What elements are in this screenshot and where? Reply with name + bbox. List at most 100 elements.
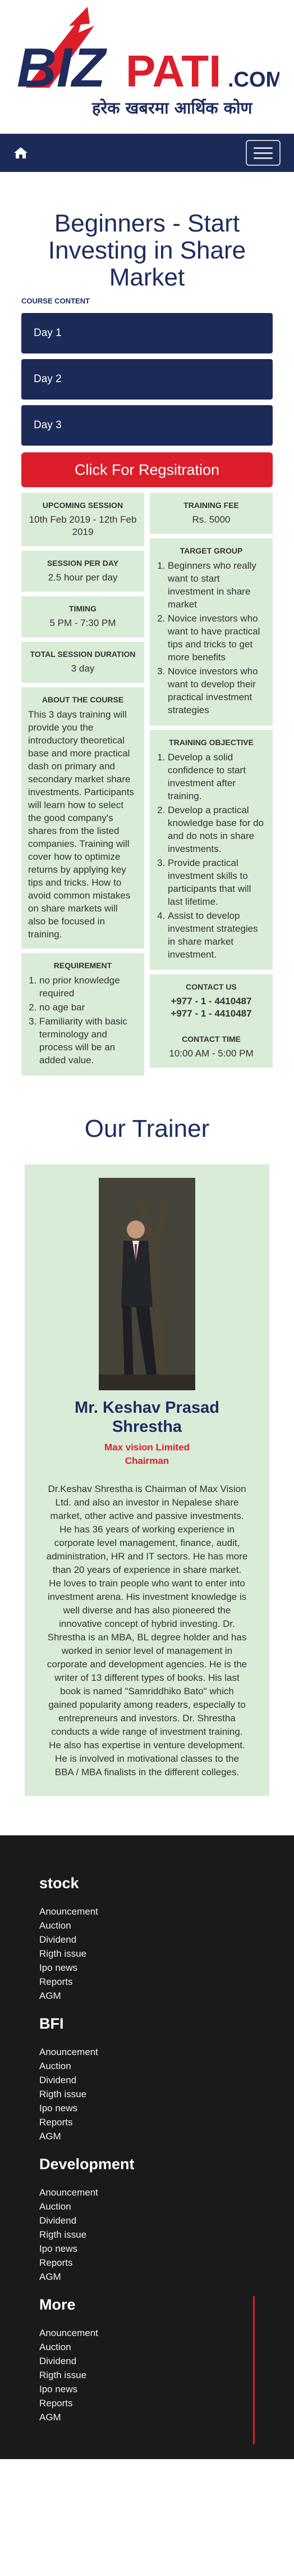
footer-group-more: More Anouncement Auction Dividend Rigth … [39,2296,294,2445]
training-objective-item: Develop a solid confidence to start inve… [168,751,266,802]
home-icon[interactable] [13,146,28,160]
footer-link-list: Anouncement Auction Dividend Rigth issue… [39,2185,294,2284]
info-left-column: UPCOMING SESSION 10th Feb 2019 - 12th Fe… [21,493,144,1076]
footer-link-list: Anouncement Auction Dividend Rigth issue… [39,2045,294,2143]
trainer-company: Max vision Limited [104,1442,190,1453]
footer-link[interactable]: Anouncement [39,1904,294,1919]
footer-link[interactable]: Rigth issue [39,2228,294,2242]
footer-group-title: Development [39,2156,135,2173]
target-group-list: Beginners who really want to start inves… [157,559,266,716]
registration-button[interactable]: Click For Regsitration [21,452,273,487]
course-title: Beginners - Start Investing in Share Mar… [48,210,246,291]
session-per-day-value: 2.5 hour per day [48,572,118,583]
main-navbar [0,134,294,172]
footer-link[interactable]: AGM [39,2410,294,2424]
footer-link[interactable]: AGM [39,2270,294,2284]
hamburger-menu-button[interactable] [246,140,281,166]
session-per-day-card: SESSION PER DAY 2.5 hour per day [21,551,144,592]
day-2-button[interactable]: Day 2 [21,359,273,400]
day-1-button[interactable]: Day 1 [21,313,273,353]
footer-link[interactable]: Anouncement [39,2185,294,2199]
target-group-item: Novice investors who want to develop the… [168,665,266,716]
trainer-bio: Dr.Keshav Shrestha is Chairman of Max Vi… [46,1484,248,1777]
site-footer: stock Anouncement Auction Dividend Rigth… [0,1835,294,2459]
hamburger-icon-bar [254,147,273,149]
footer-link[interactable]: Anouncement [39,2326,294,2340]
total-duration-label: TOTAL SESSION DURATION [30,650,136,659]
contact-card: CONTACT US +977 - 1 - 4410487 +977 - 1 -… [150,974,273,1068]
about-course-label: ABOUT THE COURSE [42,695,124,704]
footer-link[interactable]: Ipo news [39,2242,294,2256]
footer-link[interactable]: Auction [39,2340,294,2354]
target-group-label: TARGET GROUP [180,546,243,555]
training-fee-label: TRAINING FEE [183,501,239,510]
training-objective-card: TRAINING OBJECTIVE Develop a solid confi… [150,730,273,970]
footer-link[interactable]: Reports [39,1975,294,1989]
footer-link[interactable]: Dividend [39,2073,294,2087]
footer-link-list: Anouncement Auction Dividend Rigth issue… [39,2326,294,2424]
course-days: Day 1 Day 2 Day 3 [0,313,294,446]
training-objective-list: Develop a solid confidence to start inve… [157,751,266,961]
footer-link[interactable]: Auction [39,2059,294,2073]
contact-time-label: CONTACT TIME [182,1035,241,1044]
footer-link[interactable]: Ipo news [39,1961,294,1975]
upcoming-session-card: UPCOMING SESSION 10th Feb 2019 - 12th Fe… [21,493,144,546]
info-right-column: TRAINING FEE Rs. 5000 TARGET GROUP Begin… [150,493,273,1076]
footer-link[interactable]: Rigth issue [39,1947,294,1961]
footer-link[interactable]: Reports [39,2115,294,2129]
requirement-item: Familiarity with basic terminology and p… [39,1015,137,1067]
logo-tagline: हरेक खबरमा आर्थिक कोण [91,98,253,117]
target-group-item: Beginners who really want to start inves… [168,559,266,611]
requirement-list: no prior knowledge required no age bar F… [28,974,137,1067]
training-objective-item: Provide practical investment skills to p… [168,856,266,908]
contact-phone-2[interactable]: +977 - 1 - 4410487 [157,1008,266,1020]
requirement-item: no age bar [39,1001,137,1014]
footer-group-development: Development Anouncement Auction Dividend… [39,2156,294,2284]
footer-link[interactable]: Ipo news [39,2382,294,2396]
site-header: BIZ PATI .COM हरेक खबरमा आर्थिक कोण [0,0,294,134]
total-duration-card: TOTAL SESSION DURATION 3 day [21,642,144,683]
requirement-item: no prior knowledge required [39,974,137,1000]
bizpati-logo[interactable]: BIZ PATI .COM हरेक खबरमा आर्थिक कोण [16,3,279,133]
contact-phone-1[interactable]: +977 - 1 - 4410487 [157,995,266,1008]
footer-link[interactable]: Dividend [39,2354,294,2368]
training-objective-item: Develop a practical knowledge base for d… [168,804,266,855]
footer-link[interactable]: Auction [39,2199,294,2214]
footer-link[interactable]: Dividend [39,2214,294,2228]
footer-group-stock: stock Anouncement Auction Dividend Rigth… [39,1875,294,2003]
timing-card: TIMING 5 PM - 7:30 PM [21,596,144,637]
hamburger-icon-bar [254,157,273,159]
training-fee-value: Rs. 5000 [192,514,231,525]
footer-group-title: BFI [39,2015,64,2032]
footer-link[interactable]: Reports [39,2396,294,2410]
footer-link[interactable]: Ipo news [39,2101,294,2115]
training-objective-label: TRAINING OBJECTIVE [169,738,254,747]
footer-link[interactable]: Auction [39,1919,294,1933]
logo-biz-text: BIZ [17,37,107,98]
session-per-day-label: SESSION PER DAY [47,559,119,568]
footer-link[interactable]: AGM [39,1989,294,2003]
footer-link[interactable]: AGM [39,2129,294,2143]
about-course-text: This 3 days training will provide you th… [28,709,134,940]
day-3-button[interactable]: Day 3 [21,405,273,446]
requirement-label: REQUIREMENT [53,961,112,970]
training-objective-item: Assist to develop investment strategies … [168,909,266,961]
footer-link[interactable]: Dividend [39,1933,294,1947]
trainer-photo [99,1178,195,1390]
trainer-card: Mr. Keshav Prasad Shrestha Max vision Li… [25,1164,269,1796]
upcoming-session-label: UPCOMING SESSION [42,501,123,510]
footer-link[interactable]: Anouncement [39,2045,294,2059]
footer-link[interactable]: Rigth issue [39,2368,294,2382]
timing-label: TIMING [69,604,97,613]
course-info: UPCOMING SESSION 10th Feb 2019 - 12th Fe… [0,487,294,1076]
trainer-position: Chairman [125,1455,169,1466]
target-group-item: Novice investors who want to have practi… [168,612,266,664]
footer-link[interactable]: Reports [39,2256,294,2270]
requirement-card: REQUIREMENT no prior knowledge required … [21,953,144,1076]
upcoming-session-value: 10th Feb 2019 - 12th Feb 2019 [29,514,137,537]
footer-link[interactable]: Rigth issue [39,2087,294,2101]
about-course-card: ABOUT THE COURSE This 3 days training wi… [21,687,144,949]
footer-group-bfi: BFI Anouncement Auction Dividend Rigth i… [39,2015,294,2143]
target-group-card: TARGET GROUP Beginners who really want t… [150,538,273,725]
trainer-heading: Our Trainer [84,1115,210,1142]
